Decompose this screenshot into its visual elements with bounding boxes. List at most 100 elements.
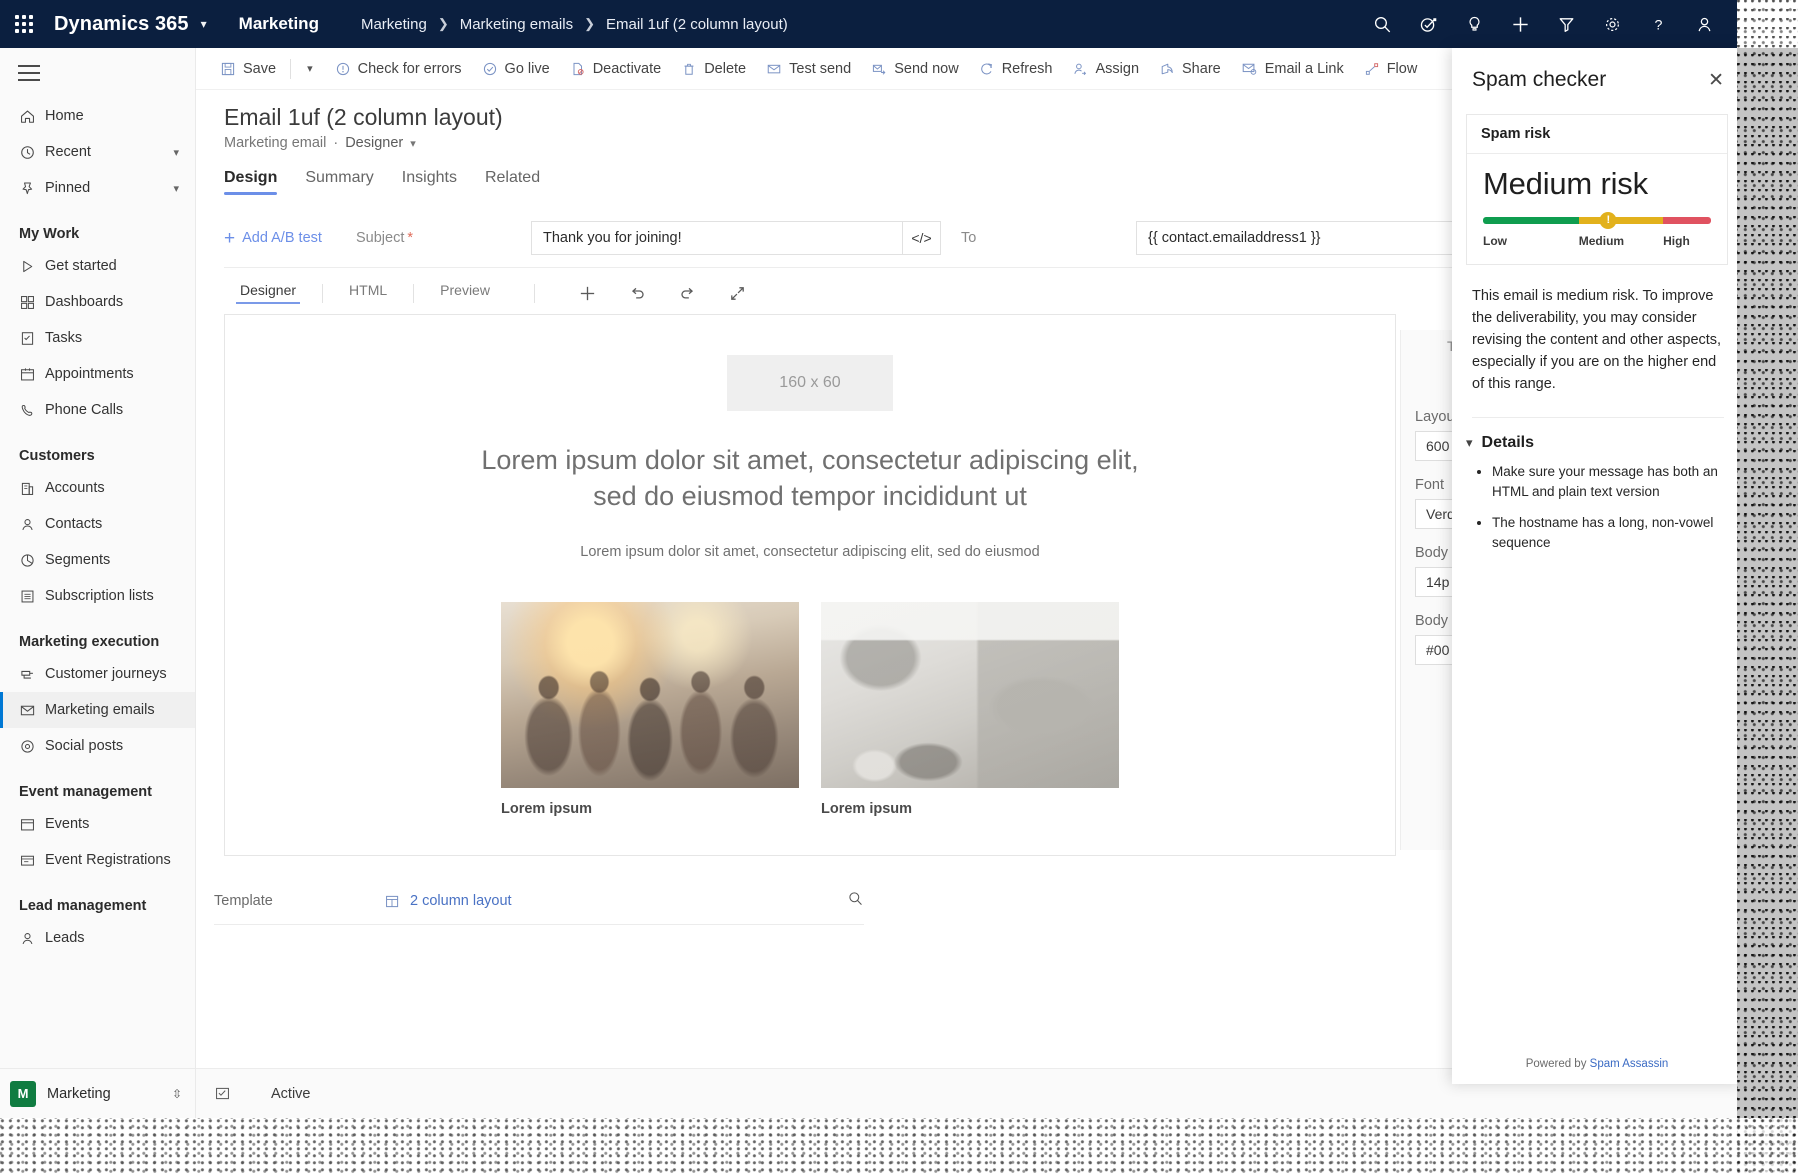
expand-icon[interactable]	[713, 284, 763, 303]
delete-button[interactable]: Delete	[671, 48, 756, 89]
breadcrumb-item-1[interactable]: Marketing emails	[460, 16, 573, 33]
sidebar-item-recent[interactable]: Recent ▾	[0, 134, 195, 170]
sidebar-item-dashboards[interactable]: Dashboards	[0, 284, 195, 320]
user-account-icon[interactable]	[1681, 0, 1727, 48]
celebration-photo[interactable]	[501, 601, 799, 788]
home-icon	[19, 108, 45, 125]
sidebar-item-pinned[interactable]: Pinned ▾	[0, 170, 195, 206]
sidebar-item-subscription-lists[interactable]: Subscription lists	[0, 578, 195, 614]
sidebar-item-leads[interactable]: Leads	[0, 920, 195, 956]
sidebar-item-get-started[interactable]: Get started	[0, 248, 195, 284]
search-icon[interactable]	[1359, 0, 1405, 48]
settings-gear-icon[interactable]	[1589, 0, 1635, 48]
sidebar-item-segments[interactable]: Segments	[0, 542, 195, 578]
undo-icon[interactable]	[613, 284, 663, 303]
add-icon[interactable]	[1497, 0, 1543, 48]
refresh-button[interactable]: Refresh	[969, 48, 1063, 89]
spam-details-title: Details	[1481, 434, 1534, 452]
sidebar-item-phone-calls[interactable]: Phone Calls	[0, 392, 195, 428]
sidebar-item-home[interactable]: Home	[0, 98, 195, 134]
divider	[322, 283, 324, 303]
envelope-icon	[766, 61, 782, 77]
app-launcher-icon[interactable]	[0, 15, 48, 33]
chevron-up-down-icon[interactable]: ⇳	[172, 1087, 182, 1101]
spam-assassin-link[interactable]: Spam Assassin	[1590, 1058, 1669, 1070]
list-item: Make sure your message has both an HTML …	[1492, 462, 1724, 501]
tab-summary[interactable]: Summary	[305, 169, 373, 195]
spam-risk-gauge: !	[1483, 212, 1711, 229]
chevron-down-icon[interactable]: ▾	[173, 182, 179, 195]
save-button[interactable]: Save	[210, 48, 286, 89]
status-toggle-icon[interactable]	[214, 1085, 231, 1102]
gauge-segment-high	[1663, 217, 1711, 224]
sidebar-item-social-posts[interactable]: Social posts	[0, 728, 195, 764]
email-a-link-label: Email a Link	[1264, 60, 1344, 77]
logo-placeholder[interactable]: 160 x 60	[727, 355, 893, 411]
email-a-link-button[interactable]: Email a Link	[1231, 48, 1354, 89]
tab-related[interactable]: Related	[485, 169, 540, 195]
powered-by-label: Powered by	[1525, 1058, 1590, 1070]
tab-insights[interactable]: Insights	[402, 169, 457, 195]
alert-icon	[335, 61, 351, 77]
assistant-icon[interactable]	[1405, 0, 1451, 48]
lookup-search-icon[interactable]	[847, 890, 864, 912]
form-selector-chevron-down-icon[interactable]: ▾	[410, 137, 416, 150]
add-element-icon[interactable]	[563, 284, 613, 303]
designer-tab-html[interactable]: HTML	[333, 282, 403, 304]
sidebar-item-marketing-emails[interactable]: Marketing emails	[0, 692, 195, 728]
template-lookup-value[interactable]: 2 column layout	[384, 890, 864, 912]
check-for-errors-button[interactable]: Check for errors	[325, 48, 472, 89]
close-icon[interactable]: ✕	[1708, 71, 1724, 90]
subject-code-toggle-icon[interactable]: </>	[903, 221, 941, 255]
sidebar-item-label: Social posts	[45, 738, 124, 754]
breadcrumb-item-0[interactable]: Marketing	[361, 16, 427, 33]
designer-tab-designer[interactable]: Designer	[224, 282, 312, 304]
share-button[interactable]: Share	[1149, 48, 1231, 89]
tab-design[interactable]: Design	[224, 169, 278, 195]
spam-risk-card: Spam risk Medium risk ! Low Medium High	[1466, 114, 1728, 265]
canvas-column-left[interactable]: Lorem ipsum	[501, 601, 799, 817]
sidebar-item-tasks[interactable]: Tasks	[0, 320, 195, 356]
site-map-toggle-icon[interactable]	[0, 48, 195, 98]
sidebar-item-customer-journeys[interactable]: Customer journeys	[0, 656, 195, 692]
deactivate-button[interactable]: Deactivate	[560, 48, 672, 89]
subject-input[interactable]: Thank you for joining!	[531, 221, 903, 255]
email-designer-canvas[interactable]: 160 x 60 Lorem ipsum dolor sit amet, con…	[224, 314, 1396, 856]
sidebar-item-accounts[interactable]: Accounts	[0, 470, 195, 506]
save-options-caret-icon[interactable]: ▾	[295, 48, 325, 89]
send-now-button[interactable]: Send now	[861, 48, 969, 89]
test-send-button[interactable]: Test send	[756, 48, 861, 89]
insights-bulb-icon[interactable]	[1451, 0, 1497, 48]
brand-chevron-down-icon[interactable]: ▾	[201, 17, 207, 31]
help-icon[interactable]: ?	[1635, 0, 1681, 48]
flow-button[interactable]: Flow	[1354, 48, 1428, 89]
spam-details-toggle[interactable]: ▾ Details	[1452, 418, 1742, 452]
sidebar-item-event-registrations[interactable]: Event Registrations	[0, 842, 195, 878]
canvas-column-right[interactable]: Lorem ipsum	[821, 601, 1119, 817]
capture-edge-speckle-bottom	[0, 1118, 1798, 1174]
chevron-down-icon[interactable]: ▾	[173, 146, 179, 159]
template-link[interactable]: 2 column layout	[410, 893, 512, 909]
gauge-segment-low	[1483, 217, 1579, 224]
area-switcher[interactable]: M Marketing ⇳	[0, 1068, 195, 1118]
form-selector-label[interactable]: Designer	[345, 135, 403, 151]
sidebar-item-appointments[interactable]: Appointments	[0, 356, 195, 392]
canvas-column-caption[interactable]: Lorem ipsum	[501, 801, 799, 817]
add-ab-test-button[interactable]: + Add A/B test	[224, 229, 356, 248]
sidebar-item-label: Events	[45, 816, 90, 832]
canvas-paragraph[interactable]: Lorem ipsum dolor sit amet, consectetur …	[225, 544, 1395, 560]
template-field-row: Template 2 column layout	[214, 890, 864, 912]
filter-icon[interactable]	[1543, 0, 1589, 48]
sidebar-item-label: Marketing emails	[45, 702, 155, 718]
assign-button[interactable]: Assign	[1062, 48, 1149, 89]
go-live-button[interactable]: Go live	[472, 48, 560, 89]
canvas-heading[interactable]: Lorem ipsum dolor sit amet, consectetur …	[460, 442, 1160, 515]
sidebar-item-contacts[interactable]: Contacts	[0, 506, 195, 542]
canvas-column-caption[interactable]: Lorem ipsum	[821, 801, 1119, 817]
gauge-label-low: Low	[1483, 234, 1507, 248]
designer-tab-preview[interactable]: Preview	[424, 282, 506, 304]
redo-icon[interactable]	[663, 284, 713, 303]
spam-checker-panel: Spam checker ✕ Spam risk Medium risk ! L…	[1452, 48, 1742, 1084]
sidebar-item-events[interactable]: Events	[0, 806, 195, 842]
living-room-photo[interactable]	[821, 601, 1119, 788]
